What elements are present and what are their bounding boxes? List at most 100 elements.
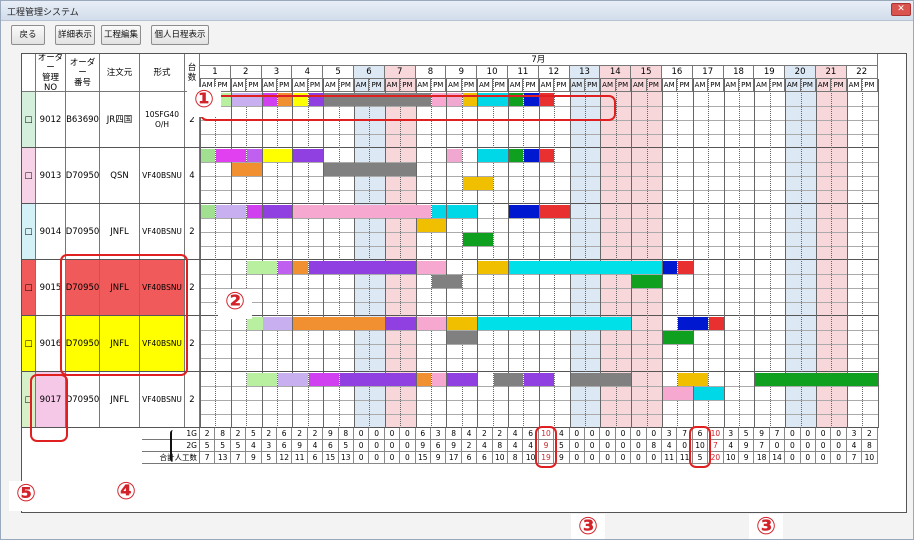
task-block[interactable] (247, 205, 262, 218)
personal-schedule-button[interactable]: 個人日程表示 (151, 25, 209, 45)
process-edit-button[interactable]: 工程編集 (101, 25, 141, 45)
task-block[interactable] (462, 233, 493, 246)
back-button[interactable]: 戻る (11, 25, 45, 45)
task-block[interactable] (663, 387, 693, 400)
task-block[interactable] (447, 317, 478, 330)
summary-value: 4 (508, 428, 524, 440)
summary-value: 0 (600, 428, 616, 440)
task-block[interactable] (570, 373, 632, 386)
task-block[interactable] (678, 261, 693, 274)
task-block[interactable] (416, 317, 447, 330)
task-block[interactable] (247, 261, 277, 274)
task-block[interactable] (201, 149, 216, 162)
row-checkbox[interactable]: □ (22, 204, 36, 260)
summary-value: 3 (846, 428, 863, 440)
summary-value: 0 (615, 440, 632, 452)
task-block[interactable] (462, 177, 493, 190)
summary-value: 14 (769, 452, 786, 464)
task-block[interactable] (432, 205, 447, 218)
task-block[interactable] (278, 261, 293, 274)
task-block[interactable] (308, 373, 339, 386)
order-no: D70950 (66, 372, 100, 428)
detail-view-button[interactable]: 詳細表示 (55, 25, 95, 45)
task-block[interactable] (216, 205, 247, 218)
task-block[interactable] (539, 205, 570, 218)
task-block[interactable] (231, 163, 262, 176)
task-block[interactable] (262, 205, 293, 218)
task-block[interactable] (663, 261, 678, 274)
task-block[interactable] (509, 149, 524, 162)
summary-value: 4 (461, 428, 478, 440)
task-block[interactable] (509, 261, 662, 274)
pm-header: PM (523, 79, 539, 92)
summary-value: 4 (307, 440, 324, 452)
day-header: 4 (292, 66, 324, 79)
pm-header: PM (431, 79, 447, 92)
orderer: JNFL (100, 204, 140, 260)
model: VF40BSNU (140, 372, 185, 428)
row-checkbox[interactable]: □ (22, 260, 36, 316)
row-checkbox[interactable]: □ (22, 316, 36, 372)
task-block[interactable] (324, 163, 416, 176)
task-block[interactable] (539, 149, 555, 162)
task-block[interactable] (678, 373, 709, 386)
task-block[interactable] (293, 149, 324, 162)
task-block[interactable] (247, 149, 262, 162)
row-checkbox[interactable]: □ (22, 148, 36, 204)
summary-value: 6 (415, 428, 431, 440)
task-block[interactable] (201, 205, 216, 218)
task-block[interactable] (678, 317, 709, 330)
summary-value: 0 (384, 428, 401, 440)
task-block[interactable] (293, 205, 431, 218)
task-block[interactable] (278, 373, 308, 386)
task-block[interactable] (632, 275, 662, 288)
pm-header: PM (708, 79, 724, 92)
task-block[interactable] (432, 373, 447, 386)
task-block[interactable] (478, 317, 632, 330)
task-block[interactable] (493, 373, 524, 386)
task-block[interactable] (447, 149, 462, 162)
task-block[interactable] (693, 387, 724, 400)
am-header: AM (230, 79, 247, 92)
task-block[interactable] (447, 331, 478, 344)
pm-header: PM (400, 79, 416, 92)
task-block[interactable] (262, 149, 293, 162)
task-block[interactable] (478, 261, 508, 274)
task-block[interactable] (416, 261, 447, 274)
task-block[interactable] (262, 317, 293, 330)
task-block[interactable] (308, 261, 416, 274)
summary-value: 0 (600, 440, 616, 452)
task-block[interactable] (755, 373, 878, 386)
task-block[interactable] (416, 373, 431, 386)
summary-value: 0 (831, 452, 847, 464)
app-window: 工程管理システム ✕ 戻る 詳細表示 工程編集 個人日程表示 オーダー 管理NO… (0, 0, 914, 540)
task-block[interactable] (447, 205, 478, 218)
summary-value: 15 (415, 452, 431, 464)
task-block[interactable] (293, 261, 308, 274)
row-checkbox[interactable]: □ (22, 92, 36, 148)
am-header: AM (384, 79, 401, 92)
summary-value: 4 (477, 440, 493, 452)
close-button[interactable]: ✕ (891, 3, 911, 16)
task-block[interactable] (339, 373, 416, 386)
summary-value: 5 (246, 428, 262, 440)
task-block[interactable] (247, 373, 277, 386)
brace-summary (170, 430, 176, 462)
task-block[interactable] (524, 373, 555, 386)
task-block[interactable] (293, 317, 385, 330)
summary-value: 4 (246, 440, 262, 452)
task-block[interactable] (509, 205, 539, 218)
day-header: 7 (384, 66, 416, 79)
task-block[interactable] (709, 317, 724, 330)
pm-header: PM (585, 79, 601, 92)
highlight-box-day12 (534, 426, 557, 468)
task-block[interactable] (216, 149, 247, 162)
task-block[interactable] (663, 331, 693, 344)
task-block[interactable] (524, 149, 539, 162)
task-block[interactable] (385, 317, 416, 330)
task-block[interactable] (416, 219, 447, 232)
task-block[interactable] (447, 373, 478, 386)
orderer-header: 注文元 (100, 54, 140, 92)
task-block[interactable] (478, 149, 508, 162)
task-block[interactable] (432, 275, 462, 288)
